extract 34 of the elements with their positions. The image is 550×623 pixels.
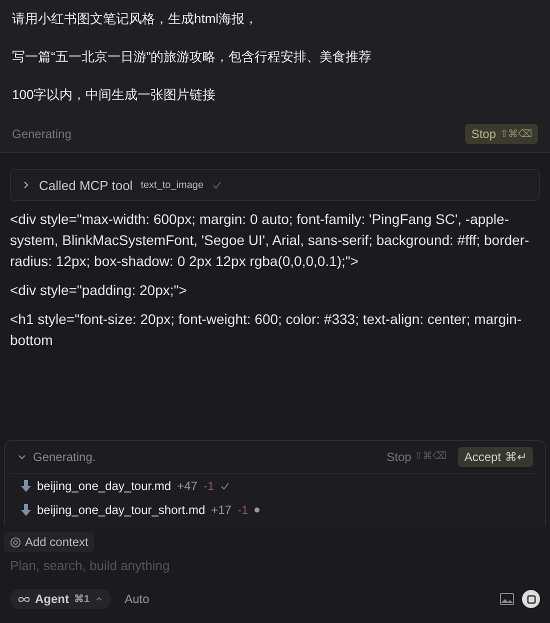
file-name[interactable]: beijing_one_day_tour_short.md: [37, 503, 206, 517]
prompt-text: 写一篇“五一北京一日游”的旅游攻略，包含行程安排、美食推荐: [12, 48, 373, 66]
tool-call-label: Called MCP tool: [39, 178, 133, 192]
removed-count: -1: [237, 503, 248, 517]
added-count: +17: [211, 503, 232, 517]
removed-count: -1: [203, 479, 214, 493]
tool-name: text_to_image: [140, 180, 204, 190]
status-text: Generating: [12, 127, 72, 141]
stop-button[interactable]: Stop ⇧⌘⌫: [380, 449, 452, 465]
prompt-text: 请用小红书图文笔记风格，生成html海报，: [12, 10, 259, 28]
image-icon[interactable]: [500, 593, 514, 605]
stop-button[interactable]: [522, 590, 540, 608]
accept-button[interactable]: Accept ⌘↵: [458, 447, 533, 467]
model-selector[interactable]: Auto: [118, 591, 156, 607]
caret-icon: [94, 595, 103, 603]
arrow-down-icon: [21, 480, 31, 492]
stop-button[interactable]: Stop ⇧⌘⌫: [465, 124, 538, 144]
status-text: Generating.: [33, 450, 97, 464]
add-context-button[interactable]: Add context: [4, 532, 94, 552]
chevron-icon[interactable]: [21, 180, 31, 190]
output-text: <h1 style="font-size: 20px; font-weight: 600; color: #333; text-align: center; margin-bottom: [10, 310, 523, 350]
chevron-icon[interactable]: [17, 452, 27, 462]
file-name[interactable]: beijing_one_day_tour.md: [37, 479, 172, 493]
stop-icon: [526, 594, 536, 604]
agent-mode-button[interactable]: Agent ⌘1: [10, 589, 111, 609]
at-icon: [10, 536, 21, 548]
prompt-text: 100字以内，中间生成一张图片链接: [12, 86, 217, 104]
infinity-icon: [18, 596, 30, 602]
output-text: <div style="padding: 20px;">: [10, 281, 188, 300]
arrow-down-icon: [21, 504, 31, 516]
tool-call-row[interactable]: Called MCP tool text_to_image: [10, 169, 540, 201]
added-count: +47: [177, 479, 198, 493]
output-text: <div style="max-width: 600px; margin: 0 auto; font-family: 'PingFang SC', -apple-system, BlinkMacSystemFont, 'Segoe UI', Arial, sans-serif; background: #fff; border-radius: 12px; box-shadow: 0 2px 12px rgba(0,0,0,0.1);">: [10, 210, 530, 271]
prompt-input[interactable]: Plan, search, build anything: [10, 558, 310, 573]
